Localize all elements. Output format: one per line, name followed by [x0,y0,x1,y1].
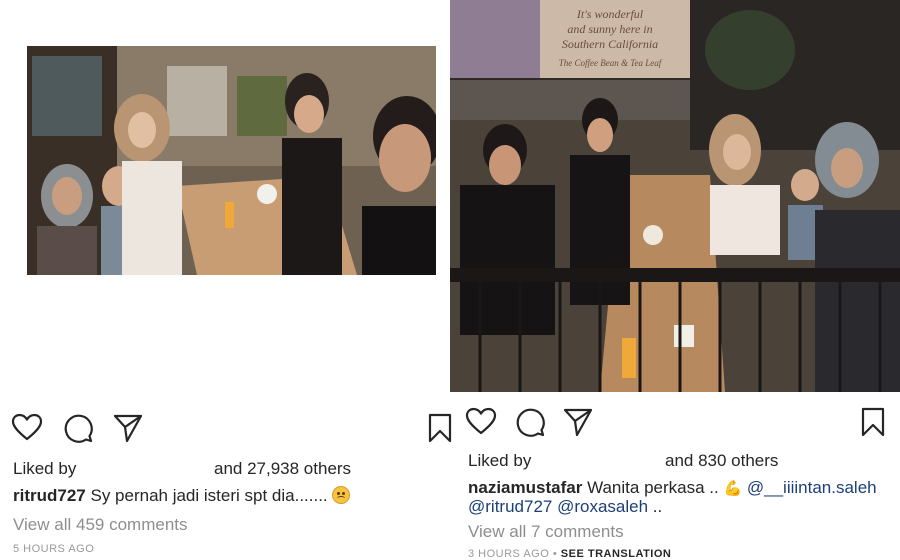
likes-count[interactable]: and 830 others [665,451,778,471]
share-button[interactable] [562,406,594,438]
post-actions-right [450,406,900,438]
view-comments-link[interactable]: View all 459 comments [13,515,188,535]
comment-bubble-icon [516,408,545,437]
mention-link[interactable]: @roxasaleh [557,497,648,516]
comment-button[interactable] [514,406,546,438]
poster-text-1: It's wonderful [576,7,644,21]
caption-text: Wanita perkasa .. [587,478,719,497]
comment-bubble-icon [64,414,93,443]
heart-icon [465,407,497,435]
poster-brand: The Coffee Bean & Tea Leaf [559,58,663,68]
poster-text-3: Southern California [562,37,658,51]
post-photo-left[interactable] [27,46,436,275]
caption-username[interactable]: naziamustafar [468,478,582,497]
timestamp: 3 HOURS AGO [468,548,550,560]
post-photo-right[interactable]: It's wonderful and sunny here in Souther… [450,0,900,392]
mention-link[interactable]: @__iiiintan.saleh [747,478,877,497]
poster-text-2: and sunny here in [567,22,652,36]
flexed-biceps-emoji-icon: 💪 [723,480,743,497]
post-actions-left [0,412,452,444]
comment-button[interactable] [62,412,94,444]
bookmark-icon [861,407,885,437]
save-button[interactable] [858,406,890,438]
view-comments-link[interactable]: View all 7 comments [468,522,624,542]
caption-username[interactable]: ritrud727 [13,486,86,505]
caption: naziamustafar Wanita perkasa .. 💪 @__iii… [468,478,877,498]
see-translation-link[interactable]: SEE TRANSLATION [561,548,672,560]
upside-down-face-emoji-icon [332,486,351,504]
paper-plane-icon [563,408,593,437]
caption: ritrud727 Sy pernah jadi isteri spt dia.… [13,486,351,506]
meta-row: 3 HOURS AGO • SEE TRANSLATION [468,548,671,560]
instagram-post-left: Liked by and 27,938 others ritrud727 Sy … [0,0,452,560]
share-button[interactable] [112,412,144,444]
like-button[interactable] [465,406,497,438]
cafe-group-photo: It's wonderful and sunny here in Souther… [450,0,900,392]
liked-by-label: Liked by [13,459,77,478]
caption-end: .. [652,497,663,516]
heart-icon [11,413,43,441]
caption-text: Sy pernah jadi isteri spt dia....... [90,486,328,505]
mention-link[interactable]: @ritrud727 [468,497,552,516]
timestamp: 5 HOURS AGO [13,543,95,555]
separator: • [552,548,558,560]
cafe-group-photo [27,46,436,275]
likes-count[interactable]: and 27,938 others [214,459,351,479]
instagram-post-right: It's wonderful and sunny here in Souther… [450,0,900,560]
liked-by-label: Liked by [468,451,532,470]
like-button[interactable] [11,412,43,444]
paper-plane-icon [113,414,143,443]
caption-continued: @ritrud727 @roxasaleh .. [468,497,662,517]
